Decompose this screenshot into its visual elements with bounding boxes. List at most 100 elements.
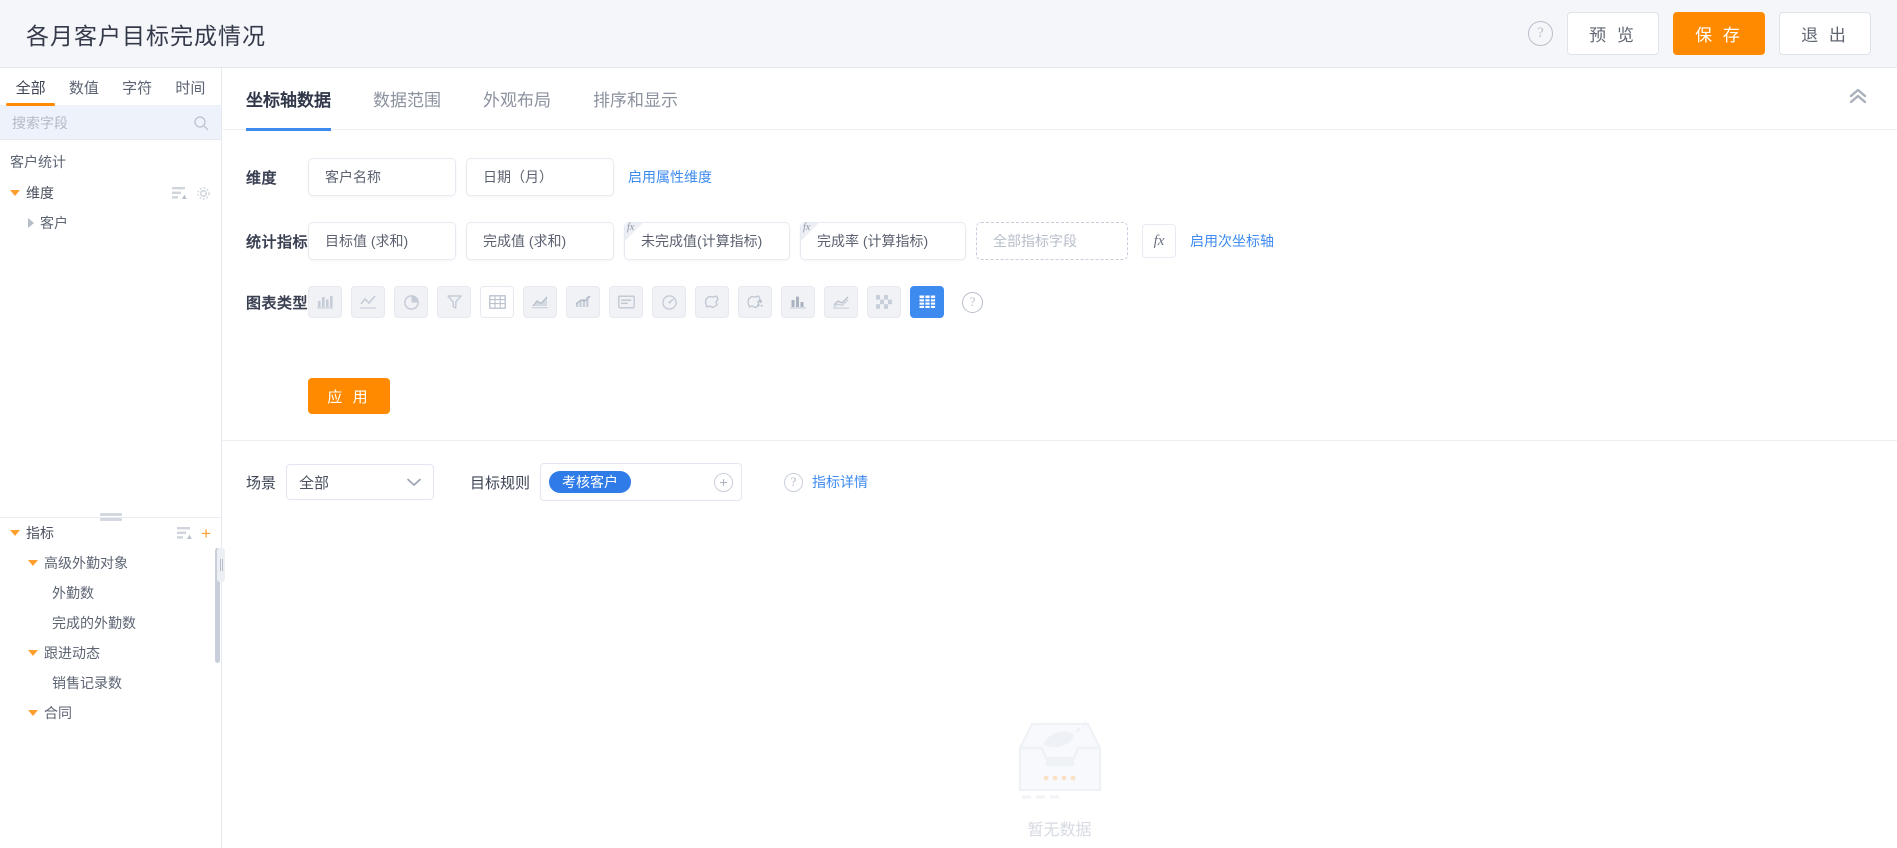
- metric-group-follow-up[interactable]: 跟进动态: [0, 638, 221, 668]
- funnel-chart-icon[interactable]: [437, 286, 471, 318]
- tab-sort-display[interactable]: 排序和显示: [593, 68, 678, 130]
- metric-group-tools: +: [177, 525, 211, 542]
- bar-chart-icon[interactable]: [308, 286, 342, 318]
- field-type-tab-time[interactable]: 时间: [164, 77, 217, 105]
- main-panel: 坐标轴数据 数据范围 外观布局 排序和显示 维度 客户名称 日期（月） 启用属性…: [217, 68, 1897, 848]
- map-scatter-icon[interactable]: [738, 286, 772, 318]
- enable-attribute-dimension-link[interactable]: 启用属性维度: [628, 167, 712, 187]
- metric-detail-group: ? 指标详情: [784, 472, 868, 492]
- preview-button[interactable]: 预 览: [1567, 12, 1659, 55]
- metric-group-contract[interactable]: 合同: [0, 698, 221, 728]
- caret-down-icon: [10, 530, 20, 536]
- titlebar-actions: ? 预 览 保 存 退 出: [1528, 12, 1871, 55]
- metric-item-label: 销售记录数: [52, 675, 122, 691]
- tab-data-range[interactable]: 数据范围: [373, 68, 441, 130]
- sort-list-icon[interactable]: [177, 526, 192, 540]
- exit-button[interactable]: 退 出: [1779, 12, 1871, 55]
- metric-item-sales-records[interactable]: 销售记录数: [0, 668, 221, 698]
- area-chart-icon[interactable]: [523, 286, 557, 318]
- metric-config-row: 统计指标 目标值 (求和) 完成值 (求和) 未完成值(计算指标) 完成率 (计…: [246, 222, 1897, 260]
- metric-chips: 目标值 (求和) 完成值 (求和) 未完成值(计算指标) 完成率 (计算指标) …: [308, 222, 1128, 260]
- field-type-tabs: 全部 数值 字符 时间: [0, 68, 221, 106]
- empty-state-text: 暂无数据: [1027, 822, 1092, 839]
- empty-state: 暂无数据: [222, 501, 1897, 848]
- target-rule-tag[interactable]: 考核客户: [549, 471, 632, 493]
- field-sidebar: 全部 数值 字符 时间 客户统计 维度: [0, 68, 222, 848]
- metric-chip-uncompleted-value[interactable]: 未完成值(计算指标): [624, 222, 790, 260]
- search-field-container[interactable]: [0, 106, 221, 140]
- metric-chip-target-value[interactable]: 目标值 (求和): [308, 222, 456, 260]
- heatmap-chart-icon[interactable]: [867, 286, 901, 318]
- metric-detail-link[interactable]: 指标详情: [812, 472, 868, 492]
- dimension-field-label: 客户: [40, 215, 68, 231]
- caret-down-icon: [28, 650, 38, 656]
- dimension-chips: 客户名称 日期（月）: [308, 158, 614, 196]
- save-button[interactable]: 保 存: [1673, 12, 1765, 55]
- metric-chip-completion-rate[interactable]: 完成率 (计算指标): [800, 222, 966, 260]
- metric-group-label: 指标: [26, 525, 54, 541]
- chart-type-list: [308, 286, 944, 318]
- field-type-tab-text[interactable]: 字符: [111, 77, 164, 105]
- metric-item-field-visits[interactable]: 外勤数: [0, 578, 221, 608]
- metric-group-advanced-field[interactable]: 高级外勤对象: [0, 548, 221, 578]
- metric-row-label: 统计指标: [246, 233, 309, 251]
- scene-select[interactable]: 全部: [286, 464, 435, 500]
- target-rule-label: 目标规则: [470, 474, 531, 492]
- search-input[interactable]: [12, 114, 193, 131]
- formula-fx-button[interactable]: fx: [1142, 224, 1176, 258]
- caret-down-icon: [28, 710, 38, 716]
- metric-pane: 指标 + 高级外勤对象 外勤数 完成的外勤数 跟进动态 销售记录数 合同: [0, 518, 221, 848]
- metric-item-completed-visits[interactable]: 完成的外勤数: [0, 608, 221, 638]
- scene-rule-row: 场景 全部 目标规则 考核客户 + ? 指标详情: [222, 441, 1897, 501]
- pivot-table-icon[interactable]: [910, 286, 944, 318]
- metric-group-header[interactable]: 指标 +: [0, 518, 221, 548]
- dimension-group-header[interactable]: 维度: [0, 178, 221, 208]
- caret-down-icon: [10, 190, 20, 196]
- metric-item-label: 完成的外勤数: [52, 615, 136, 631]
- question-circle-icon[interactable]: ?: [784, 472, 804, 492]
- trend-line-icon[interactable]: [824, 286, 858, 318]
- double-chevron-up-icon[interactable]: [1847, 87, 1869, 110]
- apply-button-wrap: 应 用: [246, 344, 1897, 440]
- table-chart-icon[interactable]: [480, 286, 514, 318]
- tab-appearance-layout[interactable]: 外观布局: [483, 68, 551, 130]
- tab-axis-data[interactable]: 坐标轴数据: [246, 68, 331, 131]
- apply-button[interactable]: 应 用: [308, 378, 390, 414]
- dimension-chip-customer-name[interactable]: 客户名称: [308, 158, 456, 196]
- caret-right-icon: [28, 218, 34, 228]
- field-type-tab-all[interactable]: 全部: [4, 77, 57, 106]
- sort-list-icon[interactable]: [172, 186, 187, 200]
- metric-chip-completed-value[interactable]: 完成值 (求和): [466, 222, 614, 260]
- enable-secondary-axis-link[interactable]: 启用次坐标轴: [1190, 231, 1274, 251]
- scene-label: 场景: [246, 474, 277, 492]
- dimension-field-customer[interactable]: 客户: [0, 208, 221, 238]
- scene-select-value: 全部: [299, 474, 330, 492]
- dimension-row-label: 维度: [246, 169, 278, 187]
- metric-item-label: 高级外勤对象: [44, 555, 128, 571]
- line-chart-icon[interactable]: [351, 286, 385, 318]
- pie-chart-icon[interactable]: [394, 286, 428, 318]
- add-metric-icon[interactable]: +: [201, 525, 211, 542]
- chart-editor-page: 各月客户目标完成情况 ? 预 览 保 存 退 出 全部 数值 字符 时间 搜索字…: [0, 0, 1897, 848]
- empty-box-icon: [1018, 721, 1101, 799]
- question-circle-icon[interactable]: ?: [1528, 21, 1553, 46]
- metric-item-label: 外勤数: [52, 585, 94, 601]
- combo-chart-icon[interactable]: [566, 286, 600, 318]
- panel-resize-handle[interactable]: [217, 548, 225, 582]
- field-type-tab-number[interactable]: 数值: [57, 77, 110, 105]
- chevron-down-icon: [407, 474, 421, 491]
- chart-type-help-icon[interactable]: ?: [962, 291, 983, 313]
- metric-item-label: 合同: [44, 705, 72, 721]
- dimension-config-row: 维度 客户名称 日期（月） 启用属性维度: [246, 158, 1897, 196]
- gear-icon[interactable]: [196, 186, 211, 200]
- card-text-icon[interactable]: [609, 286, 643, 318]
- target-rule-field[interactable]: 考核客户 +: [540, 463, 743, 501]
- dimension-chip-date-month[interactable]: 日期（月）: [466, 158, 614, 196]
- plus-circle-icon[interactable]: +: [714, 472, 734, 492]
- map-chart-icon[interactable]: [695, 286, 729, 318]
- chart-type-config-row: 图表类型 ?: [246, 286, 1897, 318]
- gauge-chart-icon[interactable]: [652, 286, 686, 318]
- titlebar: 各月客户目标完成情况 ? 预 览 保 存 退 出: [0, 0, 1897, 68]
- metric-chip-placeholder[interactable]: 全部指标字段: [976, 222, 1128, 260]
- column-chart-icon[interactable]: [781, 286, 815, 318]
